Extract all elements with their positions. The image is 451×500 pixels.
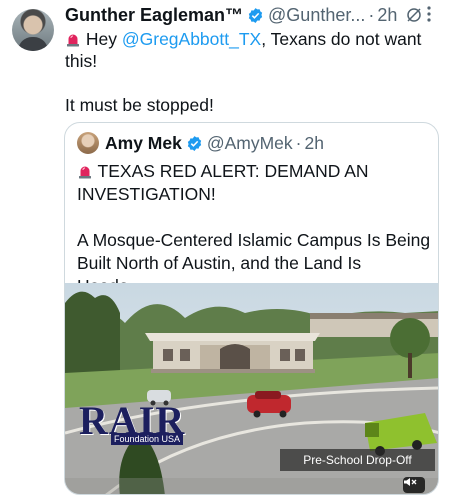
- quoted-author-name: Amy Mek: [105, 132, 182, 153]
- rair-logo-subtitle: Foundation USA: [111, 433, 184, 445]
- siren-icon: [79, 166, 91, 179]
- grok-icon[interactable]: [405, 6, 423, 24]
- quoted-video[interactable]: RAIR Foundation USA Pre-School Drop-Off: [65, 283, 438, 494]
- tweet-text-prefix: Hey: [81, 29, 122, 49]
- siren-icon: [67, 34, 79, 47]
- mention-link[interactable]: @GregAbbott_TX: [122, 29, 261, 49]
- quoted-headline-text: TEXAS RED ALERT: DEMAND AN INVESTIGATION…: [77, 161, 369, 204]
- tweet-text: Hey @GregAbbott_TX, Texans do not want t…: [65, 28, 440, 72]
- verified-badge-icon: [187, 135, 202, 151]
- tweet[interactable]: Gunther Eagleman™ @Gunther... · 2h Hey @…: [0, 0, 451, 500]
- author-handle[interactable]: @Gunther...: [268, 5, 365, 26]
- tweet-timestamp[interactable]: 2h: [377, 5, 397, 26]
- author-name[interactable]: Gunther Eagleman™: [65, 5, 243, 26]
- quoted-header-separator: ·: [295, 132, 302, 153]
- mute-icon[interactable]: [403, 477, 425, 493]
- quoted-headline: TEXAS RED ALERT: DEMAND AN INVESTIGATION…: [77, 160, 432, 206]
- verified-badge-icon: [248, 7, 263, 23]
- more-icon[interactable]: [422, 6, 436, 23]
- tweet-header: Gunther Eagleman™ @Gunther... · 2h: [65, 4, 423, 26]
- quoted-author-avatar: [77, 132, 99, 154]
- quoted-author-handle: @AmyMek: [206, 132, 293, 153]
- video-caption: Pre-School Drop-Off: [280, 449, 435, 471]
- author-avatar[interactable]: [12, 9, 54, 51]
- tweet-text-para2: It must be stopped!: [65, 95, 214, 115]
- header-separator: ·: [368, 4, 375, 25]
- quoted-tweet-header: Amy Mek @AmyMek · 2h: [77, 132, 324, 154]
- quoted-tweet[interactable]: Amy Mek @AmyMek · 2h TEXAS RED ALERT: DE…: [64, 122, 439, 495]
- quoted-timestamp: 2h: [304, 132, 324, 153]
